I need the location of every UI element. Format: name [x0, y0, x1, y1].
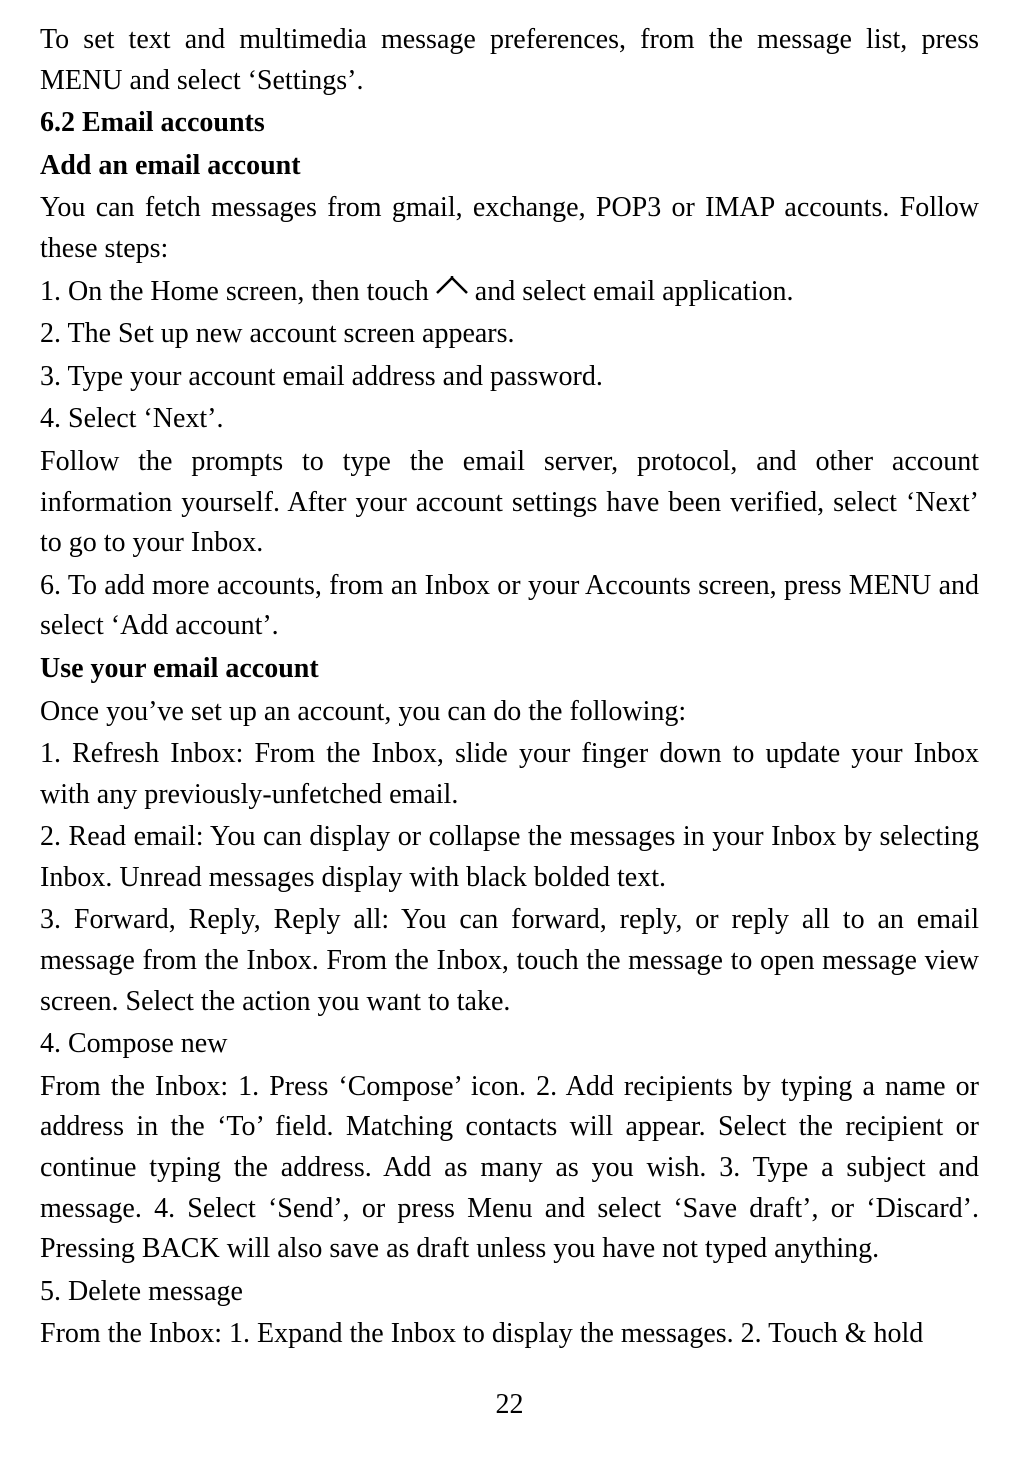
use-step4-detail-paragraph: From the Inbox: 1. Press ‘Compose’ icon.…: [40, 1067, 979, 1270]
use-step3-paragraph: 3. Forward, Reply, Reply all: You can fo…: [40, 900, 979, 1022]
step4-paragraph: 4. Select ‘Next’.: [40, 399, 979, 440]
step1-paragraph: 1. On the Home screen, then touch and se…: [40, 272, 979, 313]
intro-paragraph: To set text and multimedia message prefe…: [40, 20, 979, 101]
home-icon: [436, 275, 468, 307]
main-content: To set text and multimedia message prefe…: [40, 20, 979, 1355]
use-step5-label-paragraph: 5. Delete message: [40, 1272, 979, 1313]
heading-add-account: Add an email account: [40, 146, 979, 187]
use-step2-paragraph: 2. Read email: You can display or collap…: [40, 817, 979, 898]
use-step4-label-paragraph: 4. Compose new: [40, 1024, 979, 1065]
step2-paragraph: 2. The Set up new account screen appears…: [40, 314, 979, 355]
heading-email-accounts: 6.2 Email accounts: [40, 103, 979, 144]
step1-text-after: and select email application.: [468, 276, 794, 307]
step6-paragraph: 6. To add more accounts, from an Inbox o…: [40, 566, 979, 647]
step3-paragraph: 3. Type your account email address and p…: [40, 357, 979, 398]
page-number: 22: [40, 1385, 979, 1426]
step5-followup-paragraph: Follow the prompts to type the email ser…: [40, 442, 979, 564]
add-account-intro: You can fetch messages from gmail, excha…: [40, 188, 979, 269]
use-account-intro: Once you’ve set up an account, you can d…: [40, 692, 979, 733]
use-step5-detail-paragraph: From the Inbox: 1. Expand the Inbox to d…: [40, 1314, 979, 1355]
heading-use-account: Use your email account: [40, 649, 979, 690]
use-step1-paragraph: 1. Refresh Inbox: From the Inbox, slide …: [40, 734, 979, 815]
step1-text-before: 1. On the Home screen, then touch: [40, 276, 436, 307]
